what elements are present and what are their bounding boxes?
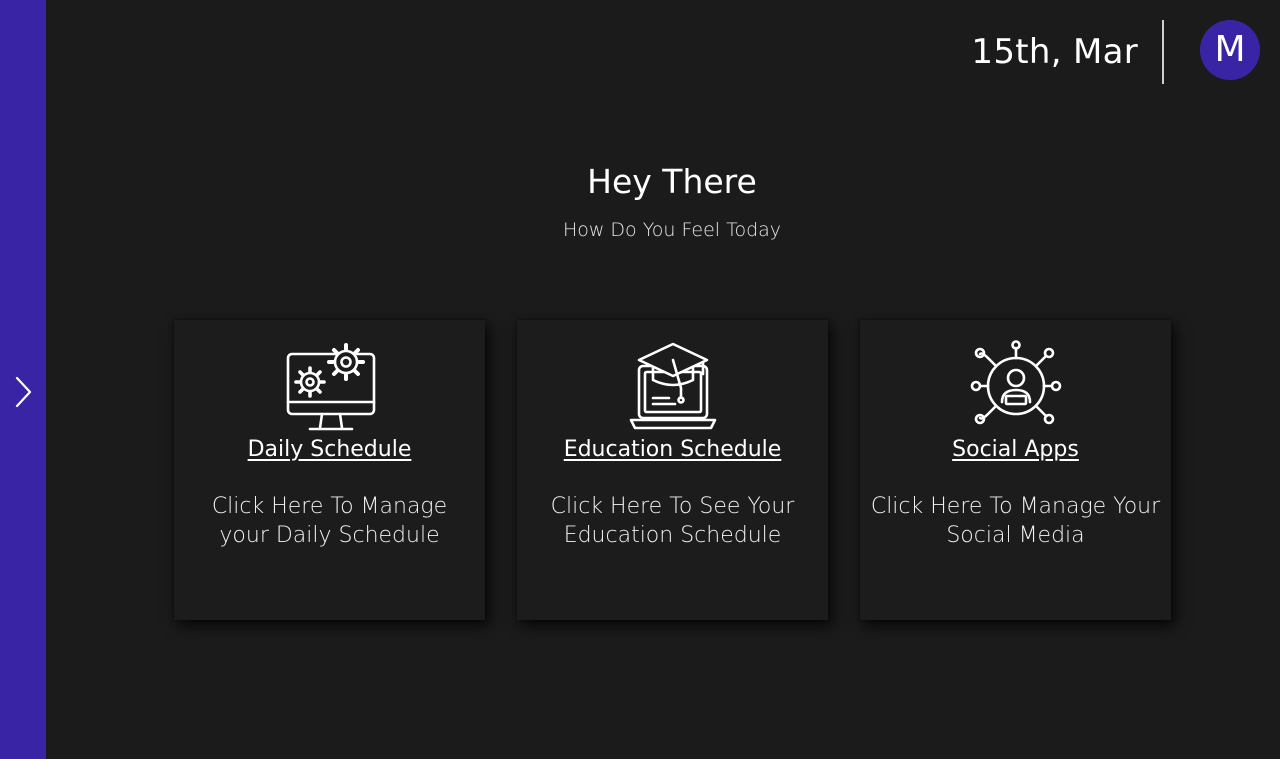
- card-daily-schedule[interactable]: Daily Schedule Click Here To Manage your…: [174, 320, 485, 620]
- card-description: Click Here To Manage Your Social Media: [870, 494, 1161, 548]
- card-description: Click Here To See Your Education Schedul…: [550, 494, 795, 548]
- card-description: Click Here To Manage your Daily Schedule: [211, 494, 448, 548]
- card-education-schedule[interactable]: Education Schedule Click Here To See You…: [517, 320, 828, 620]
- card-title[interactable]: Education Schedule: [517, 434, 828, 466]
- user-avatar[interactable]: M: [1200, 20, 1260, 80]
- app-root: 15th, Mar M Hey There How Do You Feel To…: [0, 0, 1280, 759]
- card-title[interactable]: Daily Schedule: [174, 434, 485, 466]
- card-title[interactable]: Social Apps: [860, 434, 1171, 466]
- page-subtitle: How Do You Feel Today: [562, 219, 782, 241]
- sidebar-expand-button[interactable]: [8, 374, 38, 410]
- chevron-right-icon: [15, 376, 32, 408]
- sidebar: [0, 0, 46, 759]
- monitor-gears-icon: [286, 343, 376, 431]
- page-title: Hey There: [587, 162, 757, 201]
- card-social-apps[interactable]: Social Apps Click Here To Manage Your So…: [860, 320, 1171, 620]
- header-divider: [1162, 20, 1164, 84]
- user-network-icon: [970, 340, 1062, 425]
- laptop-graduation-cap-icon: [629, 342, 717, 430]
- avatar-initial: M: [1214, 29, 1246, 70]
- header-date: 15th, Mar: [971, 32, 1138, 72]
